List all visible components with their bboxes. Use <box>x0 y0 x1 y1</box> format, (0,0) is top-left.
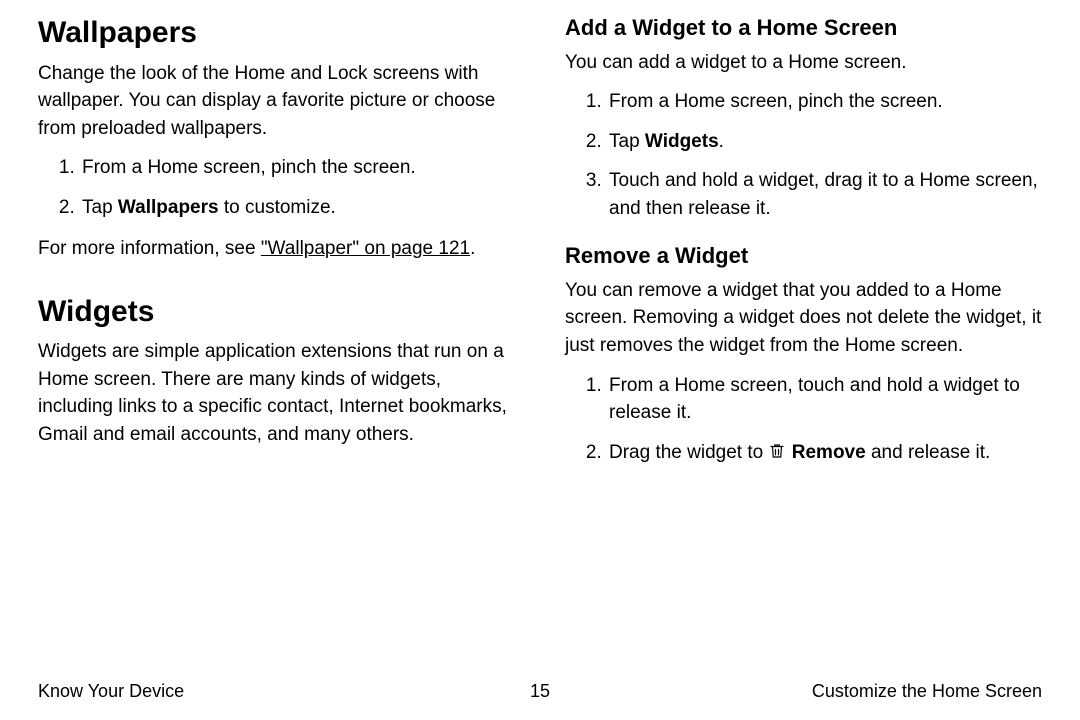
list-item: Tap Widgets. <box>607 128 1042 156</box>
wallpapers-xref: For more information, see "Wallpaper" on… <box>38 235 515 263</box>
footer-right: Customize the Home Screen <box>812 681 1042 702</box>
list-item: Drag the widget to Remove and release it… <box>607 439 1042 467</box>
list-item: Tap Wallpapers to customize. <box>80 194 515 222</box>
text-bold: Widgets <box>645 131 719 152</box>
wallpapers-steps: From a Home screen, pinch the screen. Ta… <box>38 154 515 221</box>
xref-link[interactable]: "Wallpaper" on page 121 <box>261 238 470 259</box>
list-item: Touch and hold a widget, drag it to a Ho… <box>607 167 1042 222</box>
remove-widget-steps: From a Home screen, touch and hold a wid… <box>565 372 1042 467</box>
page-footer: Know Your Device 15 Customize the Home S… <box>0 681 1080 702</box>
right-column: Add a Widget to a Home Screen You can ad… <box>565 14 1042 480</box>
text: and release it. <box>866 442 991 463</box>
list-item: From a Home screen, pinch the screen. <box>607 88 1042 116</box>
text: to customize. <box>219 197 336 218</box>
list-item: From a Home screen, pinch the screen. <box>80 154 515 182</box>
add-widget-steps: From a Home screen, pinch the screen. Ta… <box>565 88 1042 222</box>
widgets-intro: Widgets are simple application extension… <box>38 338 515 448</box>
text: . <box>470 238 475 259</box>
list-item: From a Home screen, touch and hold a wid… <box>607 372 1042 427</box>
text: Tap <box>609 131 645 152</box>
text-bold: Wallpapers <box>118 197 219 218</box>
page-number: 15 <box>530 681 550 702</box>
remove-widget-intro: You can remove a widget that you added t… <box>565 277 1042 360</box>
page: Wallpapers Change the look of the Home a… <box>0 0 1080 720</box>
remove-widget-heading: Remove a Widget <box>565 242 1042 271</box>
two-column-layout: Wallpapers Change the look of the Home a… <box>38 14 1042 480</box>
footer-left: Know Your Device <box>38 681 184 702</box>
text: . <box>719 131 724 152</box>
wallpapers-intro: Change the look of the Home and Lock scr… <box>38 60 515 143</box>
add-widget-intro: You can add a widget to a Home screen. <box>565 49 1042 77</box>
text-bold: Remove <box>792 442 866 463</box>
text: For more information, see <box>38 238 261 259</box>
text: Drag the widget to <box>609 442 768 463</box>
left-column: Wallpapers Change the look of the Home a… <box>38 14 515 480</box>
trash-icon <box>768 441 786 461</box>
text: Tap <box>82 197 118 218</box>
wallpapers-heading: Wallpapers <box>38 14 515 52</box>
add-widget-heading: Add a Widget to a Home Screen <box>565 14 1042 43</box>
widgets-heading: Widgets <box>38 293 515 331</box>
